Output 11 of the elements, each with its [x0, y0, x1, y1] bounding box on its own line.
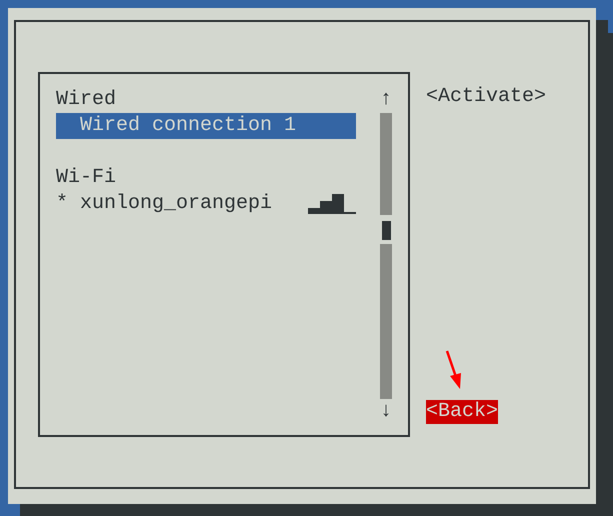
annotation-arrow — [444, 350, 464, 390]
connection-item[interactable]: Wired connection 1 — [56, 113, 356, 139]
scroll-down-arrow[interactable]: ↓ — [380, 399, 392, 425]
section-header: Wi-Fi — [56, 166, 116, 189]
scrollbar[interactable] — [380, 113, 392, 399]
connection-item[interactable]: * xunlong_orangepi — [56, 191, 356, 217]
section-header: Wired — [56, 88, 116, 111]
scroll-up-arrow[interactable]: ↑ — [380, 87, 392, 113]
signal-icon — [308, 193, 356, 215]
dialog-button[interactable]: <Activate> — [426, 85, 546, 109]
dialog-button[interactable]: <Back> — [426, 400, 498, 424]
